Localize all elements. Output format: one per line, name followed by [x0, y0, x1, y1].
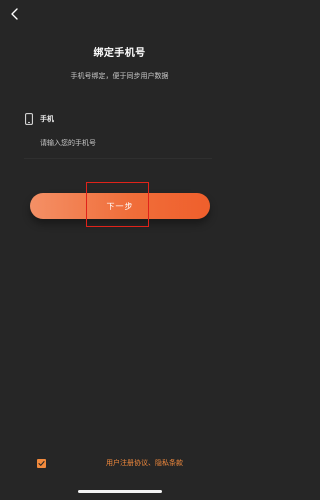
home-indicator	[78, 490, 162, 493]
bind-phone-screen: 绑定手机号 手机号绑定，便于同步用户数据 手机 下一步 用户注册协议、隐私条款	[0, 0, 239, 500]
back-button[interactable]	[6, 6, 22, 22]
agree-checkbox[interactable]	[37, 458, 46, 468]
user-agreement-link[interactable]: 用户注册协议	[106, 459, 148, 467]
privacy-policy-link[interactable]: 隐私条款	[155, 459, 183, 467]
checkmark-icon	[38, 460, 45, 466]
mobile-phone-icon	[24, 113, 34, 125]
phone-label-row: 手机	[24, 113, 54, 125]
phone-number-input[interactable]	[38, 134, 212, 152]
phone-label: 手机	[40, 115, 54, 123]
chevron-left-icon	[10, 8, 18, 20]
page-subtitle: 手机号绑定，便于同步用户数据	[70, 72, 169, 80]
page-title: 绑定手机号	[93, 48, 146, 59]
input-divider	[24, 158, 212, 159]
next-step-button[interactable]: 下一步	[30, 193, 210, 219]
agreement-links: 用户注册协议、隐私条款	[106, 458, 183, 468]
agreement-row: 用户注册协议、隐私条款	[37, 458, 237, 468]
next-step-label: 下一步	[106, 201, 134, 211]
agreement-separator: 、	[148, 459, 155, 467]
